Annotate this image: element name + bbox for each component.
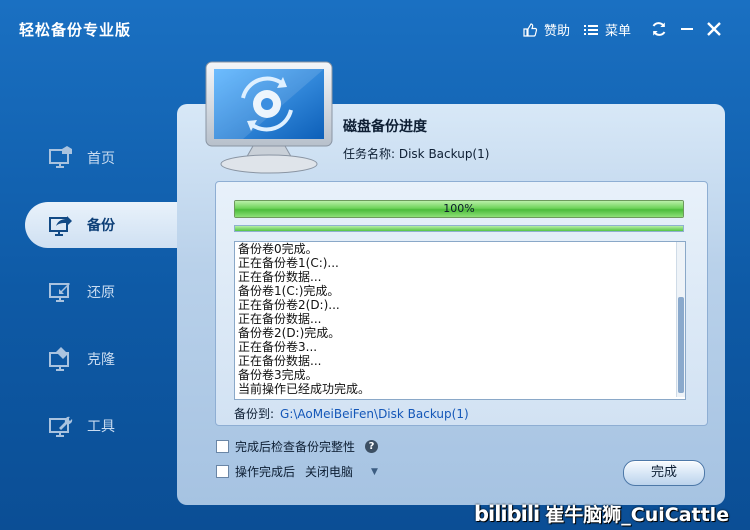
disk-backup-monitor-icon bbox=[205, 61, 333, 174]
main-progress-bar: 100% bbox=[234, 200, 684, 218]
sidebar-item-label: 工具 bbox=[87, 419, 115, 435]
help-icon[interactable]: ? bbox=[365, 440, 379, 453]
menu-button[interactable]: 菜单 bbox=[583, 20, 631, 39]
bilibili-logo: bilibili bbox=[474, 501, 540, 526]
finish-button[interactable]: 完成 bbox=[623, 460, 705, 486]
watermark-text: 崔牛脑狮_CuiCattle bbox=[545, 504, 730, 526]
log-line: 正在备份卷2(D:)... bbox=[238, 298, 340, 312]
sidebar-item-clone[interactable]: 克隆 bbox=[47, 340, 167, 378]
destination-label: 备份到: bbox=[234, 407, 275, 421]
sponsor-button[interactable]: 赞助 bbox=[522, 20, 570, 39]
minimize-icon[interactable] bbox=[678, 20, 696, 38]
destination-path: G:\AoMeiBeiFen\Disk Backup(1) bbox=[280, 407, 469, 421]
log-line: 正在备份数据... bbox=[238, 312, 322, 326]
verify-option-row: 完成后检查备份完整性 ? bbox=[216, 438, 379, 455]
thumbs-up-icon bbox=[523, 22, 538, 37]
sidebar-item-home[interactable]: 首页 bbox=[47, 139, 167, 177]
task-name: 任务名称: Disk Backup(1) bbox=[343, 147, 490, 161]
log-line: 正在备份数据... bbox=[238, 270, 322, 284]
app-title: 轻松备份专业版 bbox=[19, 21, 132, 39]
sidebar-item-label: 首页 bbox=[87, 151, 115, 167]
secondary-progress-fill bbox=[235, 226, 683, 231]
verify-label: 完成后检查备份完整性 bbox=[235, 440, 356, 454]
sidebar-item-label: 克隆 bbox=[87, 352, 115, 368]
log-line: 正在备份卷3... bbox=[238, 340, 318, 354]
log-lines: 备份卷0完成。 正在备份卷1(C:)... 正在备份数据... 备份卷1(C:)完成。… bbox=[238, 242, 668, 396]
backup-export-icon bbox=[49, 216, 72, 236]
clone-icon bbox=[49, 347, 69, 371]
sidebar-item-backup[interactable]: 备份 bbox=[47, 206, 167, 244]
after-operation-select[interactable]: 关闭电脑 ▼ bbox=[305, 463, 378, 480]
log-line: 备份卷1(C:)完成。 bbox=[238, 284, 340, 298]
log-scroll-thumb[interactable] bbox=[678, 297, 684, 393]
close-icon[interactable] bbox=[705, 20, 723, 38]
log-line: 备份卷2(D:)完成。 bbox=[238, 326, 341, 340]
sidebar-item-label: 还原 bbox=[87, 285, 115, 301]
log-line: 正在备份数据... bbox=[238, 354, 322, 368]
app-window: 轻松备份专业版 赞助 菜单 首页 备份 还原 克隆 工具 磁盘备份进度 任务名称… bbox=[0, 0, 750, 530]
tools-wrench-icon bbox=[49, 416, 73, 437]
refresh-icon[interactable] bbox=[650, 20, 668, 38]
title-bar: 轻松备份专业版 赞助 菜单 bbox=[0, 0, 750, 60]
after-operation-label: 操作完成后 bbox=[235, 465, 296, 479]
log-line: 正在备份卷1(C:)... bbox=[238, 256, 339, 270]
after-operation-row: 操作完成后 关闭电脑 ▼ bbox=[216, 463, 378, 480]
restore-icon bbox=[49, 283, 70, 302]
sidebar-item-restore[interactable]: 还原 bbox=[47, 273, 167, 311]
home-monitor-icon bbox=[49, 146, 72, 168]
watermark: bilibili 崔牛脑狮_CuiCattle bbox=[474, 500, 729, 527]
sponsor-label: 赞助 bbox=[544, 24, 571, 39]
destination-row: 备份到: G:\AoMeiBeiFen\Disk Backup(1) bbox=[234, 405, 469, 422]
verify-checkbox[interactable] bbox=[216, 440, 229, 453]
after-operation-checkbox[interactable] bbox=[216, 465, 229, 478]
sidebar-item-tools[interactable]: 工具 bbox=[47, 407, 167, 445]
log-line: 备份卷3完成。 bbox=[238, 368, 318, 382]
log-line: 备份卷0完成。 bbox=[238, 242, 318, 256]
after-operation-value: 关闭电脑 bbox=[305, 465, 354, 479]
chevron-down-icon: ▼ bbox=[371, 466, 378, 477]
log-list[interactable]: 备份卷0完成。 正在备份卷1(C:)... 正在备份数据... 备份卷1(C:)完成。… bbox=[234, 241, 686, 400]
menu-label: 菜单 bbox=[605, 24, 632, 39]
secondary-progress-bar bbox=[234, 225, 684, 232]
log-line: 当前操作已经成功完成。 bbox=[238, 382, 371, 396]
list-menu-icon bbox=[584, 24, 598, 35]
task-title: 磁盘备份进度 bbox=[343, 119, 427, 135]
log-scrollbar[interactable] bbox=[676, 242, 685, 397]
sidebar-item-label: 备份 bbox=[87, 218, 115, 234]
progress-percent: 100% bbox=[443, 202, 475, 215]
